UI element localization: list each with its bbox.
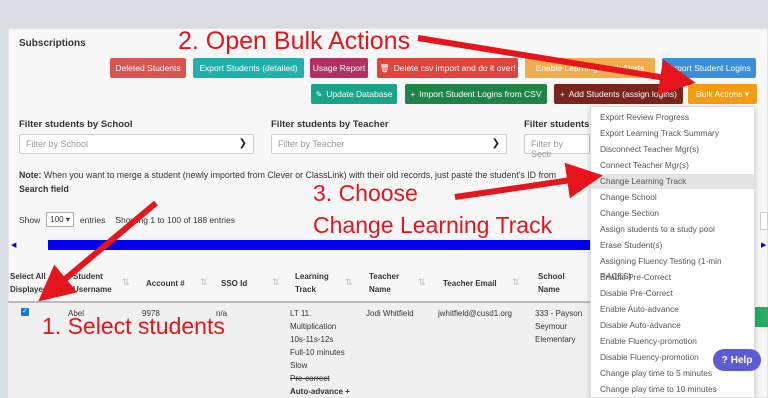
annotation-step1: 1. Select students xyxy=(42,313,225,339)
arrow-to-change-track xyxy=(454,162,603,200)
annotation-step2: 2. Open Bulk Actions xyxy=(178,27,411,55)
annotation-step3-line1: 3. Choose xyxy=(313,180,418,206)
arrow-to-checkbox xyxy=(38,200,158,302)
arrow-to-bulk-actions xyxy=(417,35,696,95)
annotation-step3-line2: Change Learning Track xyxy=(313,212,553,238)
